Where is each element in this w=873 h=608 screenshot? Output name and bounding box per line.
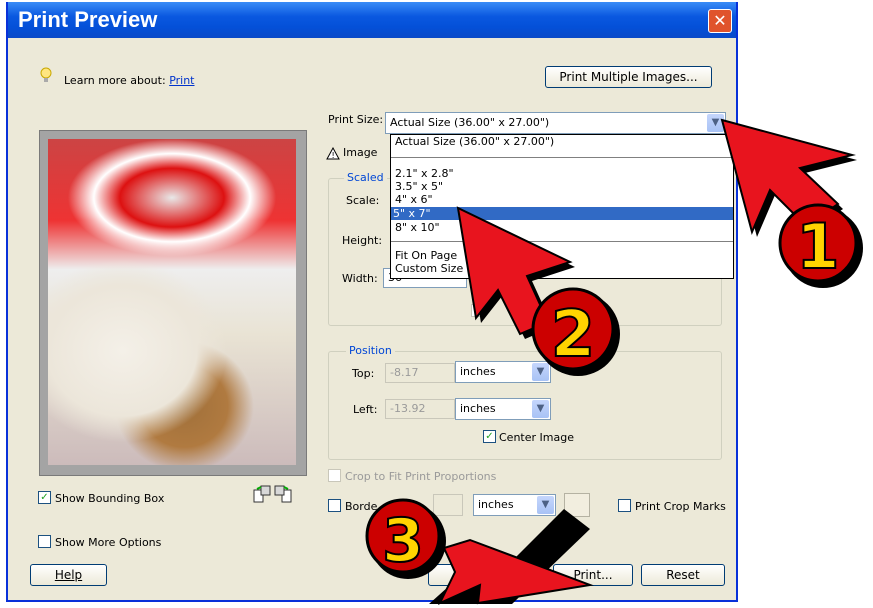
step-3-number: 3 (382, 506, 424, 576)
step-1-badge: 1 (778, 203, 863, 288)
annotation-overlay: 1 2 3 (365, 118, 863, 606)
step-2-number: 2 (551, 298, 596, 372)
step-1-number: 1 (796, 210, 839, 283)
arrow-3 (429, 509, 594, 606)
step-3-badge: 3 (365, 498, 446, 579)
step-2-badge: 2 (531, 287, 620, 376)
